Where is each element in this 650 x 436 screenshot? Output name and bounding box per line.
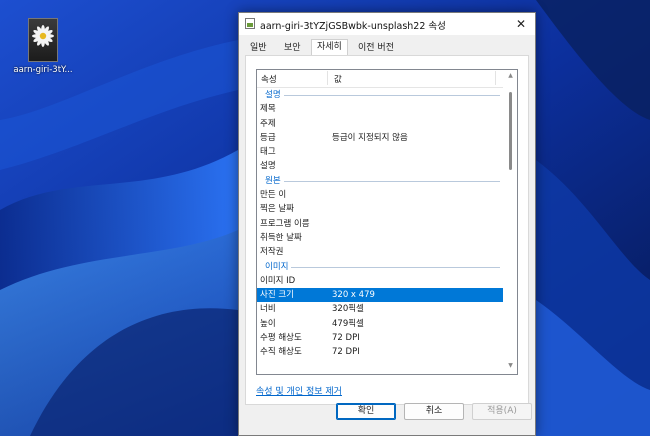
scroll-down-icon[interactable]: ▼ [504,360,517,372]
column-header-value[interactable]: 값 [334,73,342,85]
scroll-thumb[interactable] [509,92,512,170]
scroll-up-icon[interactable]: ▲ [504,70,517,82]
property-value: 72 DPI [332,333,360,344]
property-name: 높이 [260,318,276,329]
list-item[interactable]: 저작권 [257,245,503,259]
column-divider[interactable] [327,71,328,85]
list-item-selected[interactable]: 사진 크기 320 x 479 [257,288,503,303]
property-list[interactable]: 속성 값 설명 제목 주제 등급 등급이 지정되지 않음 태그 설명 원본 만든… [256,69,518,375]
list-item[interactable]: 제목 [257,102,503,116]
tab-general[interactable]: 일반 [245,41,272,55]
column-header-property[interactable]: 속성 [261,73,277,85]
list-item[interactable]: 설명 [257,159,503,173]
list-item[interactable]: 등급 등급이 지정되지 않음 [257,131,503,145]
properties-dialog: aarn-giri-3tYZjGSBwbk-unsplash22 속성 ✕ 일반… [238,12,536,436]
list-item[interactable]: 수직 해상도 72 DPI [257,345,503,359]
group-title: 이미지 [265,259,292,274]
column-divider[interactable] [495,71,496,85]
list-item[interactable]: 취득한 날짜 [257,231,503,245]
apply-button[interactable]: 적용(A) [472,403,532,420]
tab-previous-versions[interactable]: 이전 버전 [353,41,399,55]
cancel-button[interactable]: 취소 [404,403,464,420]
property-name: 태그 [260,147,276,158]
property-value: 등급이 지정되지 않음 [332,132,408,143]
property-name: 등급 [260,132,276,143]
vertical-scrollbar[interactable]: ▲ ▼ [504,70,517,372]
property-name: 수직 해상도 [260,347,302,358]
group-divider [265,95,500,96]
list-item[interactable]: 이미지 ID [257,274,503,288]
group-title: 원본 [265,173,284,189]
list-item[interactable]: 프로그램 이름 [257,217,503,231]
details-panel: 속성 값 설명 제목 주제 등급 등급이 지정되지 않음 태그 설명 원본 만든… [245,55,529,405]
group-divider [265,266,500,268]
property-name: 저작권 [260,247,284,258]
desktop-file-icon[interactable]: aarn-giri-3tY... [8,18,78,75]
property-name: 주제 [260,118,276,129]
property-name: 취득한 날짜 [260,232,302,243]
property-value: 320 x 479 [332,290,375,301]
property-name: 너비 [260,304,276,315]
tab-details[interactable]: 자세히 [311,39,348,56]
property-name: 만든 이 [260,190,287,201]
list-header: 속성 값 [257,70,503,88]
title-bar[interactable]: aarn-giri-3tYZjGSBwbk-unsplash22 속성 ✕ [239,13,535,35]
remove-properties-link[interactable]: 속성 및 개인 정보 제거 [256,384,342,397]
property-value: 479픽셀 [332,318,364,329]
list-item[interactable]: 만든 이 [257,188,503,202]
list-item[interactable]: 태그 [257,145,503,159]
property-name: 이미지 ID [260,275,296,286]
list-item[interactable]: 높이 479픽셀 [257,317,503,331]
property-name: 수평 해상도 [260,333,302,344]
property-name: 사진 크기 [260,290,294,301]
group-header-description[interactable]: 설명 [257,88,503,103]
group-header-origin[interactable]: 원본 [257,173,503,189]
property-value: 72 DPI [332,347,360,358]
close-button[interactable]: ✕ [507,13,535,35]
list-item[interactable]: 수평 해상도 72 DPI [257,331,503,345]
property-value: 320픽셀 [332,304,364,315]
list-body: 설명 제목 주제 등급 등급이 지정되지 않음 태그 설명 원본 만든 이 찍은 … [257,88,503,360]
property-name: 설명 [260,161,276,172]
image-thumbnail-icon [28,18,58,62]
list-item[interactable]: 너비 320픽셀 [257,302,503,316]
ok-button[interactable]: 확인 [336,403,396,420]
list-item[interactable]: 주제 [257,117,503,131]
group-divider [265,180,500,182]
property-name: 제목 [260,104,276,115]
dialog-title: aarn-giri-3tYZjGSBwbk-unsplash22 속성 [260,21,446,32]
property-name: 찍은 날짜 [260,204,294,215]
group-title: 설명 [265,88,284,103]
list-item[interactable]: 찍은 날짜 [257,202,503,216]
tab-security[interactable]: 보안 [279,41,306,55]
image-file-icon [245,18,255,29]
property-name: 프로그램 이름 [260,218,310,229]
desktop-file-label: aarn-giri-3tY... [13,65,73,75]
group-header-image[interactable]: 이미지 [257,259,503,274]
